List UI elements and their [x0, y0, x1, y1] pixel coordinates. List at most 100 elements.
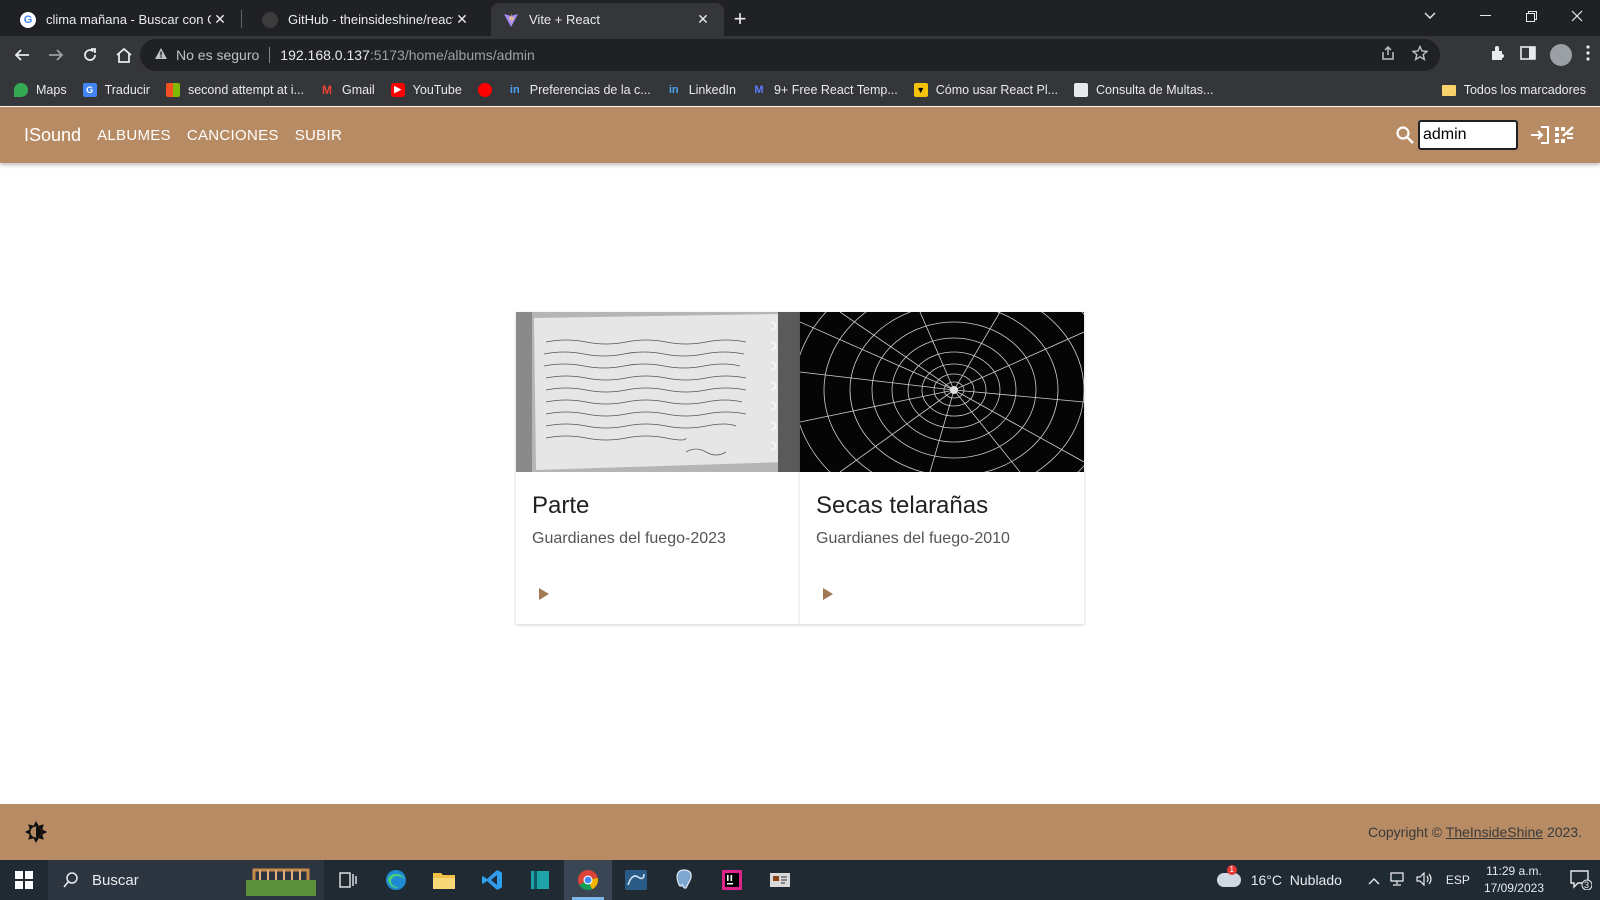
intellij-icon[interactable] [708, 860, 756, 900]
bookmark-label: YouTube [412, 82, 462, 97]
bookmark-maps[interactable]: Maps [14, 82, 67, 97]
translate-icon: G [82, 82, 97, 97]
task-view-icon[interactable] [324, 860, 372, 900]
more-menu-icon[interactable] [1586, 44, 1590, 66]
clock-date: 17/09/2023 [1483, 881, 1544, 895]
profile-avatar[interactable] [1550, 44, 1572, 66]
app-header: ISound ALBUMES CANCIONES SUBIR [0, 107, 1600, 163]
new-tab-button[interactable]: + [724, 3, 756, 36]
network-icon[interactable] [1390, 871, 1408, 889]
side-panel-icon[interactable] [1520, 45, 1536, 65]
share-icon[interactable] [1380, 45, 1396, 66]
mysql-workbench-icon[interactable] [612, 860, 660, 900]
bookmark-youtube[interactable]: ▶ YouTube [390, 82, 462, 97]
reload-icon[interactable] [74, 39, 106, 71]
clock[interactable]: 11:29 a.m. 17/09/2023 [1484, 863, 1544, 897]
bookmark-youtube-music[interactable] [477, 82, 492, 97]
nav-canciones[interactable]: CANCIONES [179, 121, 287, 150]
album-grid: Parte Guardianes del fuego-2023 Secas te… [516, 312, 1084, 624]
divider [269, 47, 271, 63]
tab-google-search[interactable]: G clima mañana - Buscar con Goog ✕ [8, 3, 241, 36]
brand-logo[interactable]: ISound [24, 125, 81, 146]
minimize-icon[interactable] [1462, 0, 1508, 32]
batman-icon: ▼ [913, 82, 928, 97]
app-grid-icon[interactable] [1552, 123, 1576, 147]
album-cover-notebook[interactable] [516, 312, 800, 472]
bookmark-second-attempt[interactable]: second attempt at i... [165, 82, 304, 97]
tab-label: Vite + React [529, 12, 600, 27]
album-card[interactable]: Secas telarañas Guardianes del fuego-201… [800, 312, 1084, 624]
bookmark-label: Cómo usar React Pl... [935, 82, 1059, 97]
microsoft-icon [165, 82, 180, 97]
address-bar[interactable]: No es seguro 192.168.0.137:5173/home/alb… [140, 39, 1440, 71]
close-window-icon[interactable] [1554, 0, 1600, 32]
postgres-icon[interactable] [660, 860, 708, 900]
app-footer: Copyright © TheInsideShine 2023. [0, 804, 1600, 860]
restore-icon[interactable] [1508, 0, 1554, 32]
game-app-icon[interactable] [756, 860, 804, 900]
tab-github[interactable]: GitHub - theinsideshine/react-ins ✕ [250, 3, 483, 36]
template-icon: M [754, 83, 764, 96]
search-icon[interactable] [1394, 124, 1416, 146]
copyright-link[interactable]: TheInsideShine [1446, 824, 1543, 840]
theme-toggle-icon[interactable] [24, 820, 48, 844]
bookmark-label: Preferencias de la c... [529, 82, 651, 97]
gmail-icon: M [322, 82, 333, 97]
album-subtitle: Guardianes del fuego-2023 [532, 530, 726, 547]
github-icon [262, 11, 278, 28]
weather-widget[interactable]: 1 16°C Nublado [1216, 865, 1342, 888]
windows-start-icon[interactable] [0, 860, 48, 900]
tab-search-icon[interactable] [1415, 0, 1445, 32]
file-explorer-icon[interactable] [420, 860, 468, 900]
bookmark-react-templates[interactable]: M 9+ Free React Temp... [752, 83, 897, 97]
forward-icon[interactable] [40, 39, 72, 71]
youtube-music-icon [477, 82, 492, 97]
bookmark-star-icon[interactable] [1411, 44, 1429, 66]
taskbar-search-placeholder: Buscar [92, 871, 139, 889]
bookmark-multas[interactable]: Consulta de Multas... [1074, 82, 1213, 97]
tab-vite-react[interactable]: Vite + React ✕ [491, 3, 724, 36]
home-icon[interactable] [108, 39, 140, 71]
taskbar-search[interactable]: Buscar [48, 860, 324, 900]
nav-albumes[interactable]: ALBUMES [89, 121, 179, 150]
play-icon[interactable] [534, 584, 554, 604]
nav-subir[interactable]: SUBIR [287, 121, 350, 150]
album-card[interactable]: Parte Guardianes del fuego-2023 [516, 312, 800, 624]
all-bookmarks-label: Todos los marcadores [1463, 83, 1586, 97]
play-icon[interactable] [818, 584, 838, 604]
extensions-icon[interactable] [1490, 45, 1506, 66]
bookmark-gmail[interactable]: M Gmail [320, 83, 375, 97]
tab-label: GitHub - theinsideshine/react-ins [288, 12, 453, 27]
login-icon[interactable] [1528, 123, 1552, 147]
bookmark-linkedin[interactable]: in LinkedIn [667, 83, 736, 97]
bookmark-react-pl[interactable]: ▼ Cómo usar React Pl... [913, 82, 1059, 97]
chrome-icon[interactable] [564, 860, 612, 900]
search-input[interactable] [1418, 120, 1518, 150]
security-label[interactable]: No es seguro [176, 47, 259, 63]
google-icon: G [20, 11, 36, 28]
album-cover-spiderweb[interactable] [800, 312, 1084, 472]
azure-studio-icon[interactable] [516, 860, 564, 900]
vscode-icon[interactable] [468, 860, 516, 900]
back-icon[interactable] [6, 39, 38, 71]
linkedin-icon: in [509, 83, 520, 96]
bookmark-linkedin-prefs[interactable]: in Preferencias de la c... [508, 83, 651, 97]
chevron-up-icon[interactable] [1368, 873, 1380, 888]
copyright-year: 2023. [1546, 824, 1582, 840]
bookmark-label: Maps [36, 82, 67, 97]
all-bookmarks[interactable]: Todos los marcadores [1441, 74, 1586, 106]
close-icon[interactable]: ✕ [694, 11, 712, 28]
warning-icon[interactable] [154, 47, 168, 63]
close-icon[interactable]: ✕ [453, 11, 471, 28]
vite-icon [503, 12, 519, 28]
close-icon[interactable]: ✕ [211, 11, 229, 28]
volume-icon[interactable] [1416, 871, 1434, 889]
bookmark-translate[interactable]: G Traducir [82, 82, 150, 97]
language-indicator[interactable]: ESP [1446, 873, 1470, 887]
edge-icon[interactable] [372, 860, 420, 900]
weather-text: 16°C Nublado [1250, 872, 1342, 888]
album-title: Secas telarañas [816, 492, 989, 519]
notifications-icon[interactable]: 3 [1562, 860, 1600, 900]
maps-icon [14, 82, 28, 97]
album-title: Parte [532, 492, 590, 519]
